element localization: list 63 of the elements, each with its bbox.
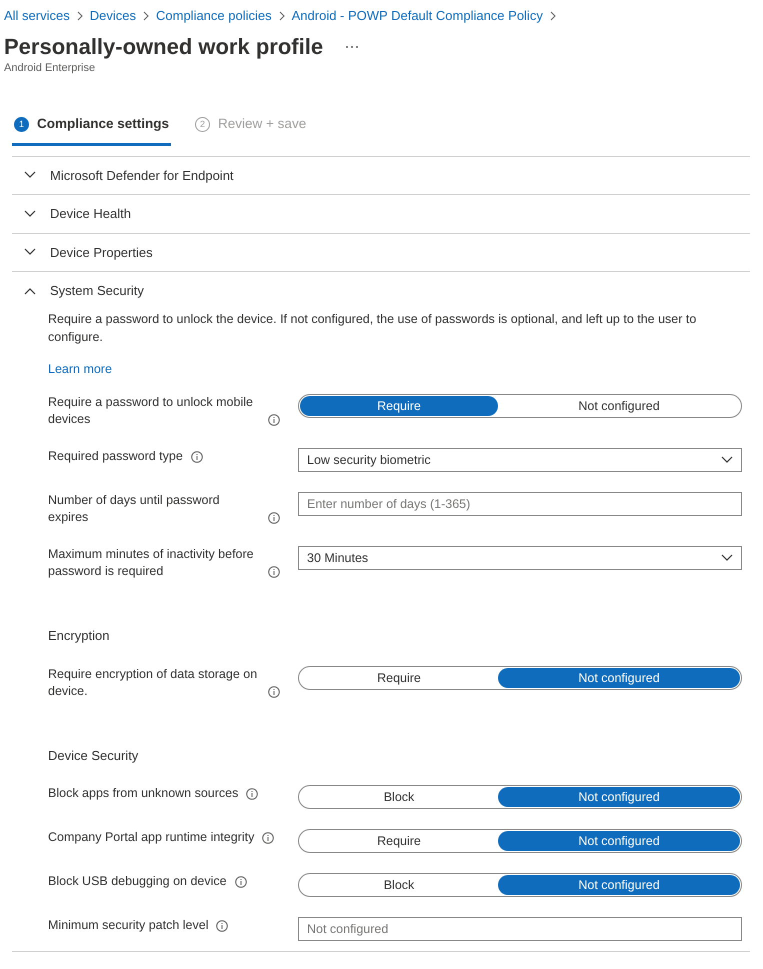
- breadcrumb-link[interactable]: Android - POWP Default Compliance Policy: [292, 6, 543, 26]
- setting-label: Require a password to unlock mobile devices: [48, 394, 254, 428]
- section-header[interactable]: Microsoft Defender for Endpoint: [12, 156, 750, 194]
- toggle-control[interactable]: Require Not configured: [298, 666, 742, 690]
- input-field[interactable]: Enter number of days (1-365): [298, 492, 742, 516]
- setting-label: Maximum minutes of inactivity before password is required: [48, 546, 255, 580]
- setting-label: Require encryption of data storage on device.: [48, 666, 258, 700]
- info-icon[interactable]: [268, 512, 280, 524]
- toggle-option[interactable]: Require: [300, 668, 498, 688]
- section-header[interactable]: Device Properties: [12, 234, 750, 272]
- group-heading: Device Security: [48, 746, 140, 765]
- dropdown-field[interactable]: 30 Minutes: [298, 546, 742, 570]
- breadcrumb-link[interactable]: Compliance policies: [156, 6, 272, 26]
- page-subtitle: Android Enterprise: [4, 60, 96, 76]
- toggle-option[interactable]: Not configured: [498, 875, 740, 896]
- breadcrumb-link[interactable]: All services: [4, 6, 70, 26]
- toggle-control[interactable]: Block Not configured: [298, 785, 742, 810]
- chevron-right-icon: [278, 10, 286, 21]
- toggle-option[interactable]: Not configured: [498, 396, 740, 416]
- info-icon[interactable]: [246, 788, 258, 800]
- setting-label: Block USB debugging on device: [48, 873, 227, 890]
- toggle-option[interactable]: Not configured: [498, 831, 740, 852]
- info-icon[interactable]: [190, 451, 203, 464]
- chevron-down-icon: [721, 554, 733, 562]
- info-icon[interactable]: [268, 566, 280, 578]
- info-icon[interactable]: [216, 920, 228, 932]
- learn-more-link[interactable]: Learn more: [48, 362, 112, 376]
- more-icon[interactable]: [345, 44, 360, 49]
- info-icon[interactable]: [234, 876, 247, 888]
- chevron-right-icon: [548, 10, 557, 21]
- setting-label: Number of days until password expires: [48, 492, 221, 526]
- info-icon[interactable]: [268, 414, 280, 426]
- chevron-up-icon: [24, 286, 36, 295]
- setting-label: Required password type: [48, 448, 183, 466]
- page-title: Personally-owned work profile: [4, 34, 324, 60]
- setting-label: Block apps from unknown sources: [48, 785, 238, 802]
- chevron-down-icon: [24, 210, 36, 218]
- setting-label: Company Portal app runtime integrity: [48, 829, 254, 846]
- wizard-tab[interactable]: 1 Compliance settings: [12, 110, 172, 146]
- toggle-option[interactable]: Not configured: [498, 787, 740, 808]
- dropdown-field[interactable]: Low security biometric: [298, 448, 742, 472]
- chevron-right-icon: [142, 10, 150, 21]
- toggle-control[interactable]: Require Not configured: [298, 829, 742, 854]
- description-text: Require a password to unlock the device. If not configured, the use of passwords is optional, and left up to the user to configure.: [48, 310, 698, 346]
- toggle-option[interactable]: Require: [300, 396, 498, 416]
- info-icon[interactable]: [268, 686, 280, 698]
- toggle-control[interactable]: Require Not configured: [298, 394, 742, 418]
- chevron-down-icon: [721, 456, 733, 464]
- toggle-option[interactable]: Require: [300, 831, 498, 852]
- group-heading: Encryption: [48, 627, 110, 646]
- toggle-control[interactable]: Block Not configured: [298, 873, 742, 898]
- section-header[interactable]: System Security: [12, 272, 750, 310]
- input-field[interactable]: Not configured: [298, 917, 742, 942]
- toggle-option[interactable]: Block: [300, 875, 498, 896]
- chevron-down-icon: [24, 171, 36, 180]
- chevron-right-icon: [76, 10, 84, 21]
- section-header[interactable]: Device Health: [12, 195, 750, 233]
- toggle-option[interactable]: Not configured: [498, 668, 740, 688]
- info-icon[interactable]: [262, 832, 274, 844]
- breadcrumb-link[interactable]: Devices: [90, 6, 136, 26]
- toggle-option[interactable]: Block: [300, 787, 498, 808]
- setting-label: Minimum security patch level: [48, 917, 208, 934]
- chevron-down-icon: [24, 248, 36, 256]
